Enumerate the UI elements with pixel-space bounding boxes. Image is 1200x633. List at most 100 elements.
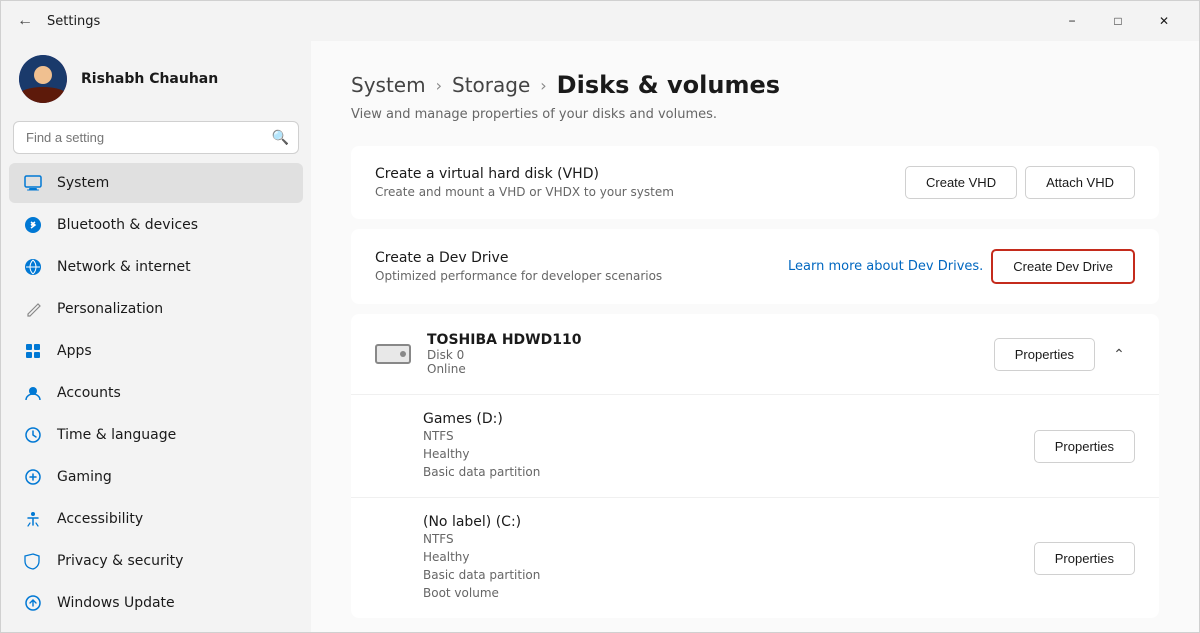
maximize-button[interactable]: □ (1095, 5, 1141, 37)
vhd-card: Create a virtual hard disk (VHD) Create … (351, 146, 1159, 219)
accessibility-icon (23, 509, 43, 529)
vhd-row: Create a virtual hard disk (VHD) Create … (351, 146, 1159, 219)
sidebar-item-privacy[interactable]: Privacy & security (9, 541, 303, 581)
create-devdrive-button[interactable]: Create Dev Drive (991, 249, 1135, 284)
sidebar-item-label-windowsupdate: Windows Update (57, 595, 175, 611)
volume-row-c: (No label) (C:) NTFS Healthy Basic data … (351, 498, 1159, 618)
main-content: System › Storage › Disks & volumes View … (311, 41, 1199, 632)
devdrive-card: Create a Dev Drive Optimized performance… (351, 229, 1159, 304)
volume-row-games: Games (D:) NTFS Healthy Basic data parti… (351, 395, 1159, 498)
sidebar-item-label-personalization: Personalization (57, 301, 163, 317)
volume-properties-c-button[interactable]: Properties (1034, 542, 1135, 575)
volume-properties-games-button[interactable]: Properties (1034, 430, 1135, 463)
sidebar-item-accessibility[interactable]: Accessibility (9, 499, 303, 539)
sidebar-item-personalization[interactable]: Personalization (9, 289, 303, 329)
disk-status: Online (427, 362, 466, 376)
vhd-title: Create a virtual hard disk (VHD) (375, 166, 885, 182)
close-button[interactable]: ✕ (1141, 5, 1187, 37)
volume-health-games: Healthy (423, 447, 470, 461)
vhd-desc: Create and mount a VHD or VHDX to your s… (375, 185, 885, 199)
privacy-icon (23, 551, 43, 571)
breadcrumb-sep1: › (436, 76, 442, 95)
sidebar-item-windowsupdate[interactable]: Windows Update (9, 583, 303, 623)
sidebar-item-apps[interactable]: Apps (9, 331, 303, 371)
search-input[interactable] (13, 121, 299, 154)
page-subtitle: View and manage properties of your disks… (351, 107, 1159, 122)
time-icon (23, 425, 43, 445)
bluetooth-icon (23, 215, 43, 235)
sidebar: Rishabh Chauhan 🔍 System (1, 41, 311, 632)
volume-type-c: Basic data partition (423, 568, 540, 582)
sidebar-item-label-accessibility: Accessibility (57, 511, 143, 527)
volume-info-c: (No label) (C:) NTFS Healthy Basic data … (423, 514, 1018, 602)
search-icon: 🔍 (272, 130, 289, 146)
volume-name-games: Games (D:) (423, 411, 1018, 427)
search-box: 🔍 (13, 121, 299, 154)
disk-icon (375, 344, 411, 364)
personalization-icon (23, 299, 43, 319)
volume-info-games: Games (D:) NTFS Healthy Basic data parti… (423, 411, 1018, 481)
disk-meta: Disk 0 Online (427, 348, 978, 376)
breadcrumb-storage[interactable]: Storage (452, 73, 530, 97)
volume-meta-games: NTFS Healthy Basic data partition (423, 427, 1018, 481)
create-vhd-button[interactable]: Create VHD (905, 166, 1017, 199)
sidebar-item-label-apps: Apps (57, 343, 92, 359)
breadcrumb-sep2: › (540, 76, 546, 95)
volume-boot-c: Boot volume (423, 586, 499, 600)
attach-vhd-button[interactable]: Attach VHD (1025, 166, 1135, 199)
volume-meta-c: NTFS Healthy Basic data partition Boot v… (423, 530, 1018, 602)
sidebar-item-gaming[interactable]: Gaming (9, 457, 303, 497)
accounts-icon (23, 383, 43, 403)
windowsupdate-icon (23, 593, 43, 613)
titlebar-controls: − □ ✕ (1049, 5, 1187, 37)
sidebar-item-bluetooth[interactable]: Bluetooth & devices (9, 205, 303, 245)
network-icon (23, 257, 43, 277)
apps-icon (23, 341, 43, 361)
sidebar-item-label-system: System (57, 175, 109, 191)
sidebar-item-label-privacy: Privacy & security (57, 553, 183, 569)
content-area: Rishabh Chauhan 🔍 System (1, 41, 1199, 632)
volume-type-games: Basic data partition (423, 465, 540, 479)
volume-fs-c: NTFS (423, 532, 454, 546)
disk-info: TOSHIBA HDWD110 Disk 0 Online (427, 332, 978, 376)
sidebar-item-label-bluetooth: Bluetooth & devices (57, 217, 198, 233)
titlebar-left: ← Settings (13, 8, 100, 34)
devdrive-actions: Learn more about Dev Drives. Create Dev … (788, 249, 1135, 284)
vhd-text: Create a virtual hard disk (VHD) Create … (375, 166, 885, 199)
devdrive-learn-link[interactable]: Learn more about Dev Drives. (788, 259, 983, 274)
minimize-button[interactable]: − (1049, 5, 1095, 37)
username: Rishabh Chauhan (81, 71, 218, 87)
breadcrumb-system[interactable]: System (351, 73, 426, 97)
disk-collapse-button[interactable]: ⌃ (1103, 338, 1135, 370)
sidebar-item-label-gaming: Gaming (57, 469, 112, 485)
user-profile: Rishabh Chauhan (9, 41, 303, 121)
system-icon (23, 173, 43, 193)
avatar (19, 55, 67, 103)
titlebar-title: Settings (47, 14, 100, 29)
gaming-icon (23, 467, 43, 487)
sidebar-item-label-accounts: Accounts (57, 385, 121, 401)
devdrive-title: Create a Dev Drive (375, 250, 768, 266)
disk-label: Disk 0 (427, 348, 464, 362)
volume-health-c: Healthy (423, 550, 470, 564)
disk-properties-button[interactable]: Properties (994, 338, 1095, 371)
devdrive-desc: Optimized performance for developer scen… (375, 269, 768, 283)
disk-name: TOSHIBA HDWD110 (427, 332, 978, 348)
sidebar-item-time[interactable]: Time & language (9, 415, 303, 455)
sidebar-item-label-network: Network & internet (57, 259, 191, 275)
devdrive-text: Create a Dev Drive Optimized performance… (375, 250, 768, 283)
volume-name-c: (No label) (C:) (423, 514, 1018, 530)
disk-header-actions: Properties ⌃ (994, 338, 1135, 371)
back-button[interactable]: ← (13, 8, 37, 34)
breadcrumb: System › Storage › Disks & volumes (351, 71, 1159, 99)
page-title: Disks & volumes (557, 71, 780, 99)
sidebar-item-label-time: Time & language (57, 427, 176, 443)
sidebar-item-system[interactable]: System (9, 163, 303, 203)
volume-fs-games: NTFS (423, 429, 454, 443)
titlebar: ← Settings − □ ✕ (1, 1, 1199, 41)
sidebar-item-network[interactable]: Network & internet (9, 247, 303, 287)
window: ← Settings − □ ✕ Rishabh Chauhan (0, 0, 1200, 633)
disk-header: TOSHIBA HDWD110 Disk 0 Online Properties… (351, 314, 1159, 395)
disk-card: TOSHIBA HDWD110 Disk 0 Online Properties… (351, 314, 1159, 618)
sidebar-item-accounts[interactable]: Accounts (9, 373, 303, 413)
